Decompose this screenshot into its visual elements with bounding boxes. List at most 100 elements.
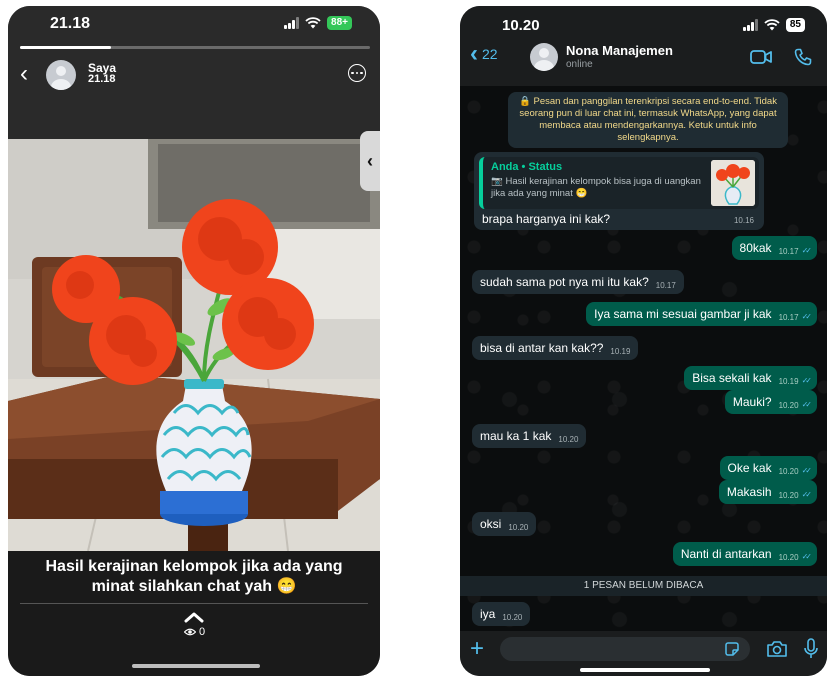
back-button[interactable]: ‹ 22: [470, 40, 498, 67]
battery-level: 88+: [327, 16, 352, 30]
view-count[interactable]: 0: [184, 626, 205, 638]
outgoing-message[interactable]: Nanti di antarkan 10.20 ✓✓: [672, 542, 817, 566]
incoming-message[interactable]: mau ka 1 kak 10.20: [472, 424, 587, 448]
message-time: 10.19: [778, 377, 799, 386]
status-header: ‹ Saya 21.18: [8, 56, 380, 96]
outgoing-message[interactable]: 80kak 10.17 ✓✓: [731, 236, 817, 260]
quote-title: Anda • Status: [491, 161, 563, 173]
home-indicator: [580, 668, 710, 672]
message-time: 10.17: [778, 247, 799, 256]
signal-icon: [284, 17, 300, 29]
message-time: 10.20: [558, 435, 579, 444]
chat-header: 10.20 85 ‹ 22 Nona Manajemen online: [460, 6, 827, 86]
sticker-icon[interactable]: [724, 641, 740, 657]
divider: [20, 603, 368, 604]
chevron-left-icon: ‹: [367, 150, 373, 171]
whatsapp-chat-screen: 10.20 85 ‹ 22 Nona Manajemen online 🔒 Pe…: [460, 6, 827, 676]
more-options-icon[interactable]: [348, 64, 366, 82]
read-receipt-icon: ✓✓: [801, 466, 813, 475]
contact-name[interactable]: Nona Manajemen: [566, 43, 673, 58]
message-text: sudah sama pot nya mi itu kak?: [480, 275, 649, 289]
plus-icon[interactable]: +: [470, 637, 484, 661]
chevron-left-icon: ‹: [470, 40, 478, 67]
outgoing-message[interactable]: Bisa sekali kak 10.19 ✓✓: [684, 366, 817, 390]
microphone-icon[interactable]: [804, 638, 818, 660]
outgoing-message[interactable]: Oke kak 10.20 ✓✓: [719, 456, 817, 480]
status-bar: 21.18 88+: [8, 6, 380, 40]
status-progress-fill: [20, 46, 111, 49]
message-text: mau ka 1 kak: [480, 429, 552, 443]
outgoing-message[interactable]: Makasih 10.20 ✓✓: [718, 480, 817, 504]
chat-messages-area[interactable]: 🔒 Pesan dan panggilan terenkripsi secara…: [460, 86, 827, 631]
read-receipt-icon: ✓✓: [801, 400, 813, 409]
unread-chats-count: 22: [482, 46, 498, 62]
home-indicator: [132, 664, 260, 668]
status-bar-time: 10.20: [502, 17, 540, 34]
status-bar-indicators: 85: [742, 18, 805, 32]
message-time: 10.20: [778, 491, 799, 500]
outgoing-message[interactable]: Iya sama mi sesuai gambar ji kak 10.17 ✓…: [586, 302, 817, 326]
reply-message-bubble[interactable]: Anda • Status 📷 Hasil kerajinan kelompok…: [474, 152, 764, 230]
incoming-message[interactable]: oksi 10.20: [472, 512, 537, 536]
quote-text: 📷 Hasil kerajinan kelompok bisa juga di …: [491, 176, 701, 199]
video-call-icon[interactable]: [750, 50, 772, 64]
read-receipt-icon: ✓✓: [801, 490, 813, 499]
read-receipt-icon: ✓✓: [801, 312, 813, 321]
message-input[interactable]: [500, 637, 750, 661]
incoming-message[interactable]: iya 10.20: [472, 602, 531, 626]
status-progress-track: [20, 46, 370, 49]
status-bar-indicators: 88+: [284, 16, 352, 30]
status-bar: 10.20 85: [460, 6, 827, 40]
message-text: bisa di antar kan kak??: [480, 341, 604, 355]
reply-drawer-handle[interactable]: ‹: [360, 131, 380, 191]
signal-icon: [742, 19, 758, 31]
message-text: Iya sama mi sesuai gambar ji kak: [594, 307, 772, 321]
status-viewer-screen: 21.18 88+ ‹ Saya 21.18 ‹ Hasil kerajinan…: [8, 6, 380, 676]
incoming-message[interactable]: bisa di antar kan kak?? 10.19: [472, 336, 639, 360]
view-count-number: 0: [199, 626, 206, 638]
message-time: 10.17: [655, 281, 676, 290]
message-time: 10.20: [502, 613, 523, 622]
status-photo: [8, 139, 380, 551]
encryption-notice[interactable]: 🔒 Pesan dan panggilan terenkripsi secara…: [508, 92, 788, 148]
message-time: 10.17: [778, 313, 799, 322]
eye-icon: [184, 628, 196, 636]
chevron-up-icon[interactable]: [184, 611, 204, 623]
caption-area: Hasil kerajinan kelompok jika ada yang m…: [8, 551, 380, 676]
message-text: Bisa sekali kak: [692, 371, 772, 385]
message-time: 10.20: [778, 401, 799, 410]
wifi-icon: [305, 17, 321, 29]
message-text: Oke kak: [727, 461, 772, 475]
battery-level: 85: [785, 18, 805, 32]
message-text: Mauki?: [732, 395, 772, 409]
incoming-message[interactable]: sudah sama pot nya mi itu kak? 10.17: [472, 270, 684, 294]
read-receipt-icon: ✓✓: [801, 246, 813, 255]
wifi-icon: [764, 19, 780, 31]
message-time: 10.20: [778, 467, 799, 476]
message-text: iya: [480, 607, 496, 621]
status-bar-time: 21.18: [50, 15, 91, 32]
quoted-status[interactable]: Anda • Status 📷 Hasil kerajinan kelompok…: [479, 157, 759, 209]
status-caption: Hasil kerajinan kelompok jika ada yang m…: [45, 558, 343, 595]
contact-presence: online: [566, 59, 593, 70]
status-thumbnail: [711, 160, 755, 206]
message-time: 10.20: [508, 523, 529, 532]
camera-icon[interactable]: [766, 640, 788, 658]
back-button[interactable]: ‹: [20, 62, 28, 86]
unread-messages-divider: 1 PESAN BELUM DIBACA: [460, 576, 827, 596]
message-text: 80kak: [739, 241, 772, 255]
status-post-time: 21.18: [88, 73, 116, 85]
message-text: oksi: [480, 517, 502, 531]
message-time: 10.20: [778, 553, 799, 562]
message-composer: +: [460, 631, 827, 676]
outgoing-message[interactable]: Mauki? 10.20 ✓✓: [724, 390, 817, 414]
message-time: 10.19: [610, 347, 631, 356]
phone-icon[interactable]: [794, 48, 812, 66]
read-receipt-icon: ✓✓: [801, 376, 813, 385]
read-receipt-icon: ✓✓: [801, 552, 813, 561]
avatar[interactable]: [46, 60, 76, 90]
message-text: Nanti di antarkan: [680, 547, 772, 561]
contact-avatar[interactable]: [530, 43, 558, 71]
message-text: Makasih: [726, 485, 772, 499]
message-time: 10.16: [733, 216, 754, 225]
